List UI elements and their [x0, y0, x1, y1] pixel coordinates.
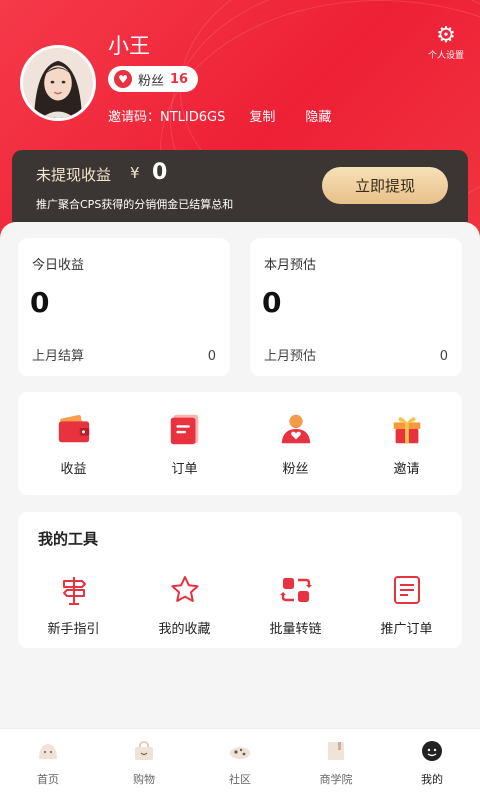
month-estimate-card[interactable]: 本月预估 0 上月预估 0: [250, 238, 462, 376]
tab-label: 我的: [421, 773, 443, 786]
quick-action-label: 邀请: [393, 462, 420, 477]
tab-label: 首页: [37, 773, 59, 786]
book-icon: [328, 742, 344, 760]
tab-mine[interactable]: 我的: [384, 729, 480, 800]
settings-button[interactable]: ⚙ 个人设置: [424, 23, 468, 62]
fans-badge[interactable]: ♥ 粉丝 16: [108, 66, 199, 92]
star-icon: [170, 576, 199, 602]
tool-label: 我的收藏: [158, 622, 211, 637]
quick-actions: 收益 订单 粉丝 邀请: [18, 392, 462, 495]
earnings-description: 推广聚合CPS获得的分销佣金已结算总和: [36, 198, 234, 211]
earnings-amount: 0: [152, 160, 168, 185]
order-icon: [170, 414, 198, 445]
convert-icon: [279, 578, 312, 602]
gear-icon: ⚙: [436, 23, 456, 48]
withdraw-button[interactable]: 立即提现: [322, 167, 448, 204]
stat-foot-label: 上月预估: [264, 349, 317, 364]
document-icon: [393, 576, 420, 604]
invite-code: 邀请码：NTLID6GS: [108, 110, 226, 125]
tool-batch-convert-links[interactable]: 批量转链: [246, 574, 346, 637]
fans-label: 粉丝: [138, 73, 165, 89]
stat-value: 0: [30, 286, 50, 319]
bottom-tab-bar: 首页 购物 社区 商学院 我的: [0, 728, 480, 800]
tool-my-favorites[interactable]: 我的收藏: [135, 574, 235, 637]
tab-business-school[interactable]: 商学院: [288, 729, 384, 800]
stat-foot-value: 0: [439, 349, 448, 364]
home-icon: [39, 744, 57, 759]
username: 小王: [108, 34, 150, 58]
quick-action-orders[interactable]: 订单: [135, 410, 235, 477]
stat-title: 本月预估: [264, 258, 317, 273]
tools-title: 我的工具: [38, 530, 99, 548]
earnings-label: 未提现收益: [36, 166, 112, 184]
hide-button[interactable]: 隐藏: [305, 106, 331, 125]
tool-label: 新手指引: [47, 622, 100, 637]
my-tools-card: 我的工具 新手指引 我的收藏 批量转链 推广订单: [18, 512, 462, 648]
tab-community[interactable]: 社区: [192, 729, 288, 800]
stat-foot-value: 0: [207, 349, 216, 364]
quick-action-label: 订单: [171, 462, 198, 477]
tab-label: 商学院: [319, 773, 353, 786]
heart-icon: ♥: [114, 70, 132, 88]
bag-icon: [135, 741, 153, 760]
fans-icon: [281, 414, 310, 444]
tab-home[interactable]: 首页: [0, 729, 96, 800]
quick-action-invite[interactable]: 邀请: [357, 410, 457, 477]
tab-shopping[interactable]: 购物: [96, 729, 192, 800]
stat-foot-label: 上月结算: [32, 349, 85, 364]
invite-row: 邀请码：NTLID6GS 复制 隐藏: [108, 106, 331, 125]
today-earnings-card[interactable]: 今日收益 0 上月结算 0: [18, 238, 230, 376]
signpost-icon: [62, 577, 86, 605]
currency-symbol: ¥: [130, 164, 140, 182]
settings-label: 个人设置: [427, 51, 464, 61]
tool-label: 推广订单: [380, 622, 433, 637]
tool-promotion-orders[interactable]: 推广订单: [357, 574, 457, 637]
gift-icon: [393, 417, 420, 444]
copy-button[interactable]: 复制: [249, 106, 275, 125]
tab-label: 购物: [133, 773, 155, 786]
fans-count: 16: [170, 71, 189, 87]
wallet-icon: [58, 414, 89, 443]
avatar-image: [23, 48, 93, 118]
tools-row: 新手指引 我的收藏 批量转链 推广订单: [18, 574, 462, 637]
tool-label: 批量转链: [269, 622, 322, 637]
quick-action-label: 粉丝: [282, 462, 309, 477]
community-icon: [230, 747, 250, 759]
quick-action-fans[interactable]: 粉丝: [246, 410, 346, 477]
tab-label: 社区: [229, 773, 251, 786]
profile-icon: [422, 741, 442, 761]
quick-action-label: 收益: [60, 462, 87, 477]
stat-title: 今日收益: [32, 258, 85, 273]
quick-action-earnings[interactable]: 收益: [24, 410, 124, 477]
tool-beginner-guide[interactable]: 新手指引: [24, 574, 124, 637]
stat-value: 0: [262, 286, 282, 319]
avatar[interactable]: [20, 45, 96, 121]
